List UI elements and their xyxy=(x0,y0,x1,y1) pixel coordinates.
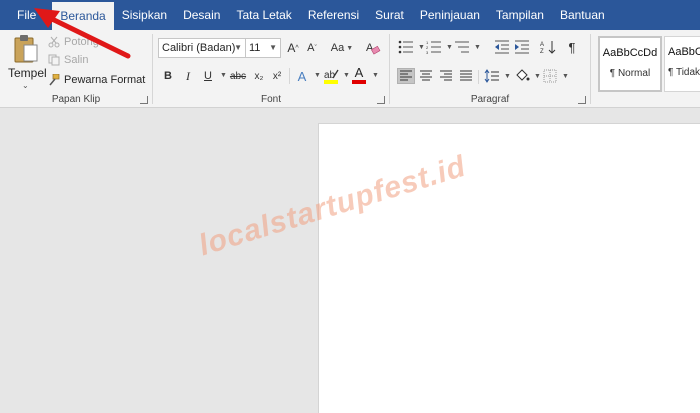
group-divider xyxy=(590,34,591,104)
chevron-down-icon: ▼ xyxy=(269,43,277,52)
chevron-down-icon[interactable]: ▼ xyxy=(314,72,321,79)
subscript-button[interactable]: x₂ xyxy=(252,66,266,86)
shading-icon[interactable] xyxy=(514,69,530,83)
style-sample: AaBbCcDd xyxy=(602,47,658,59)
increase-indent-icon[interactable] xyxy=(514,40,530,54)
copy-button[interactable]: Salin xyxy=(48,54,88,66)
chevron-down-icon[interactable]: ▼ xyxy=(534,73,541,80)
show-formatting-marks-button[interactable]: ¶ xyxy=(565,37,579,57)
justify-icon[interactable] xyxy=(458,69,474,83)
style-sample: AaBbCcDd xyxy=(668,46,700,58)
align-right-icon[interactable] xyxy=(438,69,454,83)
shrink-font-button[interactable]: Aˇ xyxy=(304,38,320,58)
font-group-label: Font xyxy=(260,94,281,105)
paste-icon[interactable] xyxy=(13,34,39,64)
format-painter-label: Pewarna Format xyxy=(64,74,146,86)
italic-button[interactable]: I xyxy=(181,66,195,86)
chevron-down-icon[interactable]: ▼ xyxy=(418,44,425,51)
chevron-down-icon[interactable]: ▼ xyxy=(446,44,453,51)
change-case-button[interactable]: Aa ▼ xyxy=(329,38,355,58)
paste-button-label[interactable]: Tempel xyxy=(8,66,47,80)
chevron-down-icon[interactable]: ▼ xyxy=(220,72,227,79)
multilevel-list-icon[interactable] xyxy=(454,40,470,54)
ribbon: Tempel ⌄ Potong Salin Pewarna Format Pap… xyxy=(0,30,700,108)
line-spacing-icon[interactable] xyxy=(484,69,500,83)
borders-icon[interactable] xyxy=(542,69,558,83)
chevron-down-icon[interactable]: ▼ xyxy=(504,73,511,80)
font-family-combo[interactable]: Calibri (Badan) ▼ xyxy=(158,38,246,58)
chevron-down-icon: ▼ xyxy=(346,44,354,52)
tab-beranda[interactable]: Beranda xyxy=(52,2,114,30)
format-painter-button[interactable]: Pewarna Format xyxy=(48,74,145,86)
bold-button[interactable]: B xyxy=(161,66,175,86)
divider xyxy=(478,70,479,84)
ribbon-tab-bar: File Beranda Sisipkan Desain Tata Letak … xyxy=(0,0,700,30)
font-group: Calibri (Badan) ▼ 11 ▼ A ^ Aˇ Aa ▼ A B I U… xyxy=(153,30,389,108)
tab-file[interactable]: File xyxy=(0,0,52,30)
tab-tata-letak[interactable]: Tata Letak xyxy=(228,0,299,30)
text-effects-button[interactable]: A xyxy=(295,66,309,86)
tab-referensi[interactable]: Referensi xyxy=(300,0,367,30)
document-workspace xyxy=(0,109,700,413)
style-name: ¶ Tidak xyxy=(668,67,700,78)
clipboard-group-label: Papan Klip xyxy=(51,94,101,105)
underline-button[interactable]: U xyxy=(201,66,215,86)
scissors-icon xyxy=(48,36,60,48)
copy-icon xyxy=(48,54,60,66)
chevron-down-icon[interactable]: ▼ xyxy=(343,72,350,79)
font-color-button[interactable]: A xyxy=(352,65,366,85)
cut-label: Potong xyxy=(64,36,99,48)
grow-font-button[interactable]: A ^ xyxy=(285,38,301,58)
style-normal[interactable]: AaBbCcDd ¶ Normal xyxy=(598,36,662,92)
divider xyxy=(289,68,290,84)
chevron-down-icon[interactable]: ▼ xyxy=(372,72,379,79)
font-family-value: Calibri (Badan) xyxy=(162,42,236,54)
font-color-swatch xyxy=(352,80,366,84)
paragraph-dialog-launcher[interactable] xyxy=(578,96,586,104)
style-no-spacing[interactable]: AaBbCcDd ¶ Tidak xyxy=(664,36,700,92)
decrease-indent-icon[interactable] xyxy=(494,40,510,54)
align-left-icon[interactable] xyxy=(397,68,415,84)
font-color-letter: A xyxy=(354,65,364,80)
change-case-label: Aa xyxy=(330,42,345,54)
shrink-font-label: A xyxy=(307,42,315,54)
cut-button[interactable]: Potong xyxy=(48,36,99,48)
align-center-icon[interactable] xyxy=(418,69,434,83)
superscript-button[interactable]: x² xyxy=(270,66,284,86)
clear-formatting-icon[interactable]: A xyxy=(365,40,381,56)
numbering-icon[interactable]: 1 2 3 xyxy=(426,40,442,54)
svg-text:A: A xyxy=(540,42,544,48)
font-dialog-launcher[interactable] xyxy=(377,96,385,104)
font-size-value: 11 xyxy=(249,42,261,54)
tab-surat[interactable]: Surat xyxy=(367,0,412,30)
tab-sisipkan[interactable]: Sisipkan xyxy=(114,0,175,30)
tab-bantuan[interactable]: Bantuan xyxy=(552,0,613,30)
svg-text:3: 3 xyxy=(426,50,429,54)
chevron-down-icon[interactable]: ▼ xyxy=(562,73,569,80)
tab-desain[interactable]: Desain xyxy=(175,0,228,30)
paintbrush-icon xyxy=(49,74,60,86)
tab-tampilan[interactable]: Tampilan xyxy=(488,0,552,30)
sort-icon[interactable]: AZ xyxy=(540,40,556,54)
copy-label: Salin xyxy=(64,54,89,66)
bullets-icon[interactable] xyxy=(398,40,414,54)
document-page[interactable] xyxy=(318,123,700,413)
clipboard-dialog-launcher[interactable] xyxy=(140,96,148,104)
tab-peninjauan[interactable]: Peninjauan xyxy=(412,0,488,30)
svg-text:Z: Z xyxy=(540,49,544,54)
font-size-combo[interactable]: 11 ▼ xyxy=(245,38,281,58)
highlighter-icon[interactable]: ab xyxy=(323,67,339,85)
chevron-down-icon[interactable]: ▼ xyxy=(474,44,481,51)
grow-font-label: A xyxy=(287,41,296,55)
paragraph-group: ▼ 1 2 3 ▼ ▼ AZ ¶ ▼ ▼ ▼ Paragraf xyxy=(390,30,590,108)
strikethrough-button[interactable]: abc xyxy=(228,66,248,86)
paragraph-group-label: Paragraf xyxy=(470,94,510,105)
paste-dropdown-caret[interactable]: ⌄ xyxy=(22,81,29,90)
style-name: ¶ Normal xyxy=(609,68,651,79)
chevron-down-icon: ▼ xyxy=(234,43,242,52)
clipboard-group: Tempel ⌄ Potong Salin Pewarna Format Pap… xyxy=(0,30,152,108)
